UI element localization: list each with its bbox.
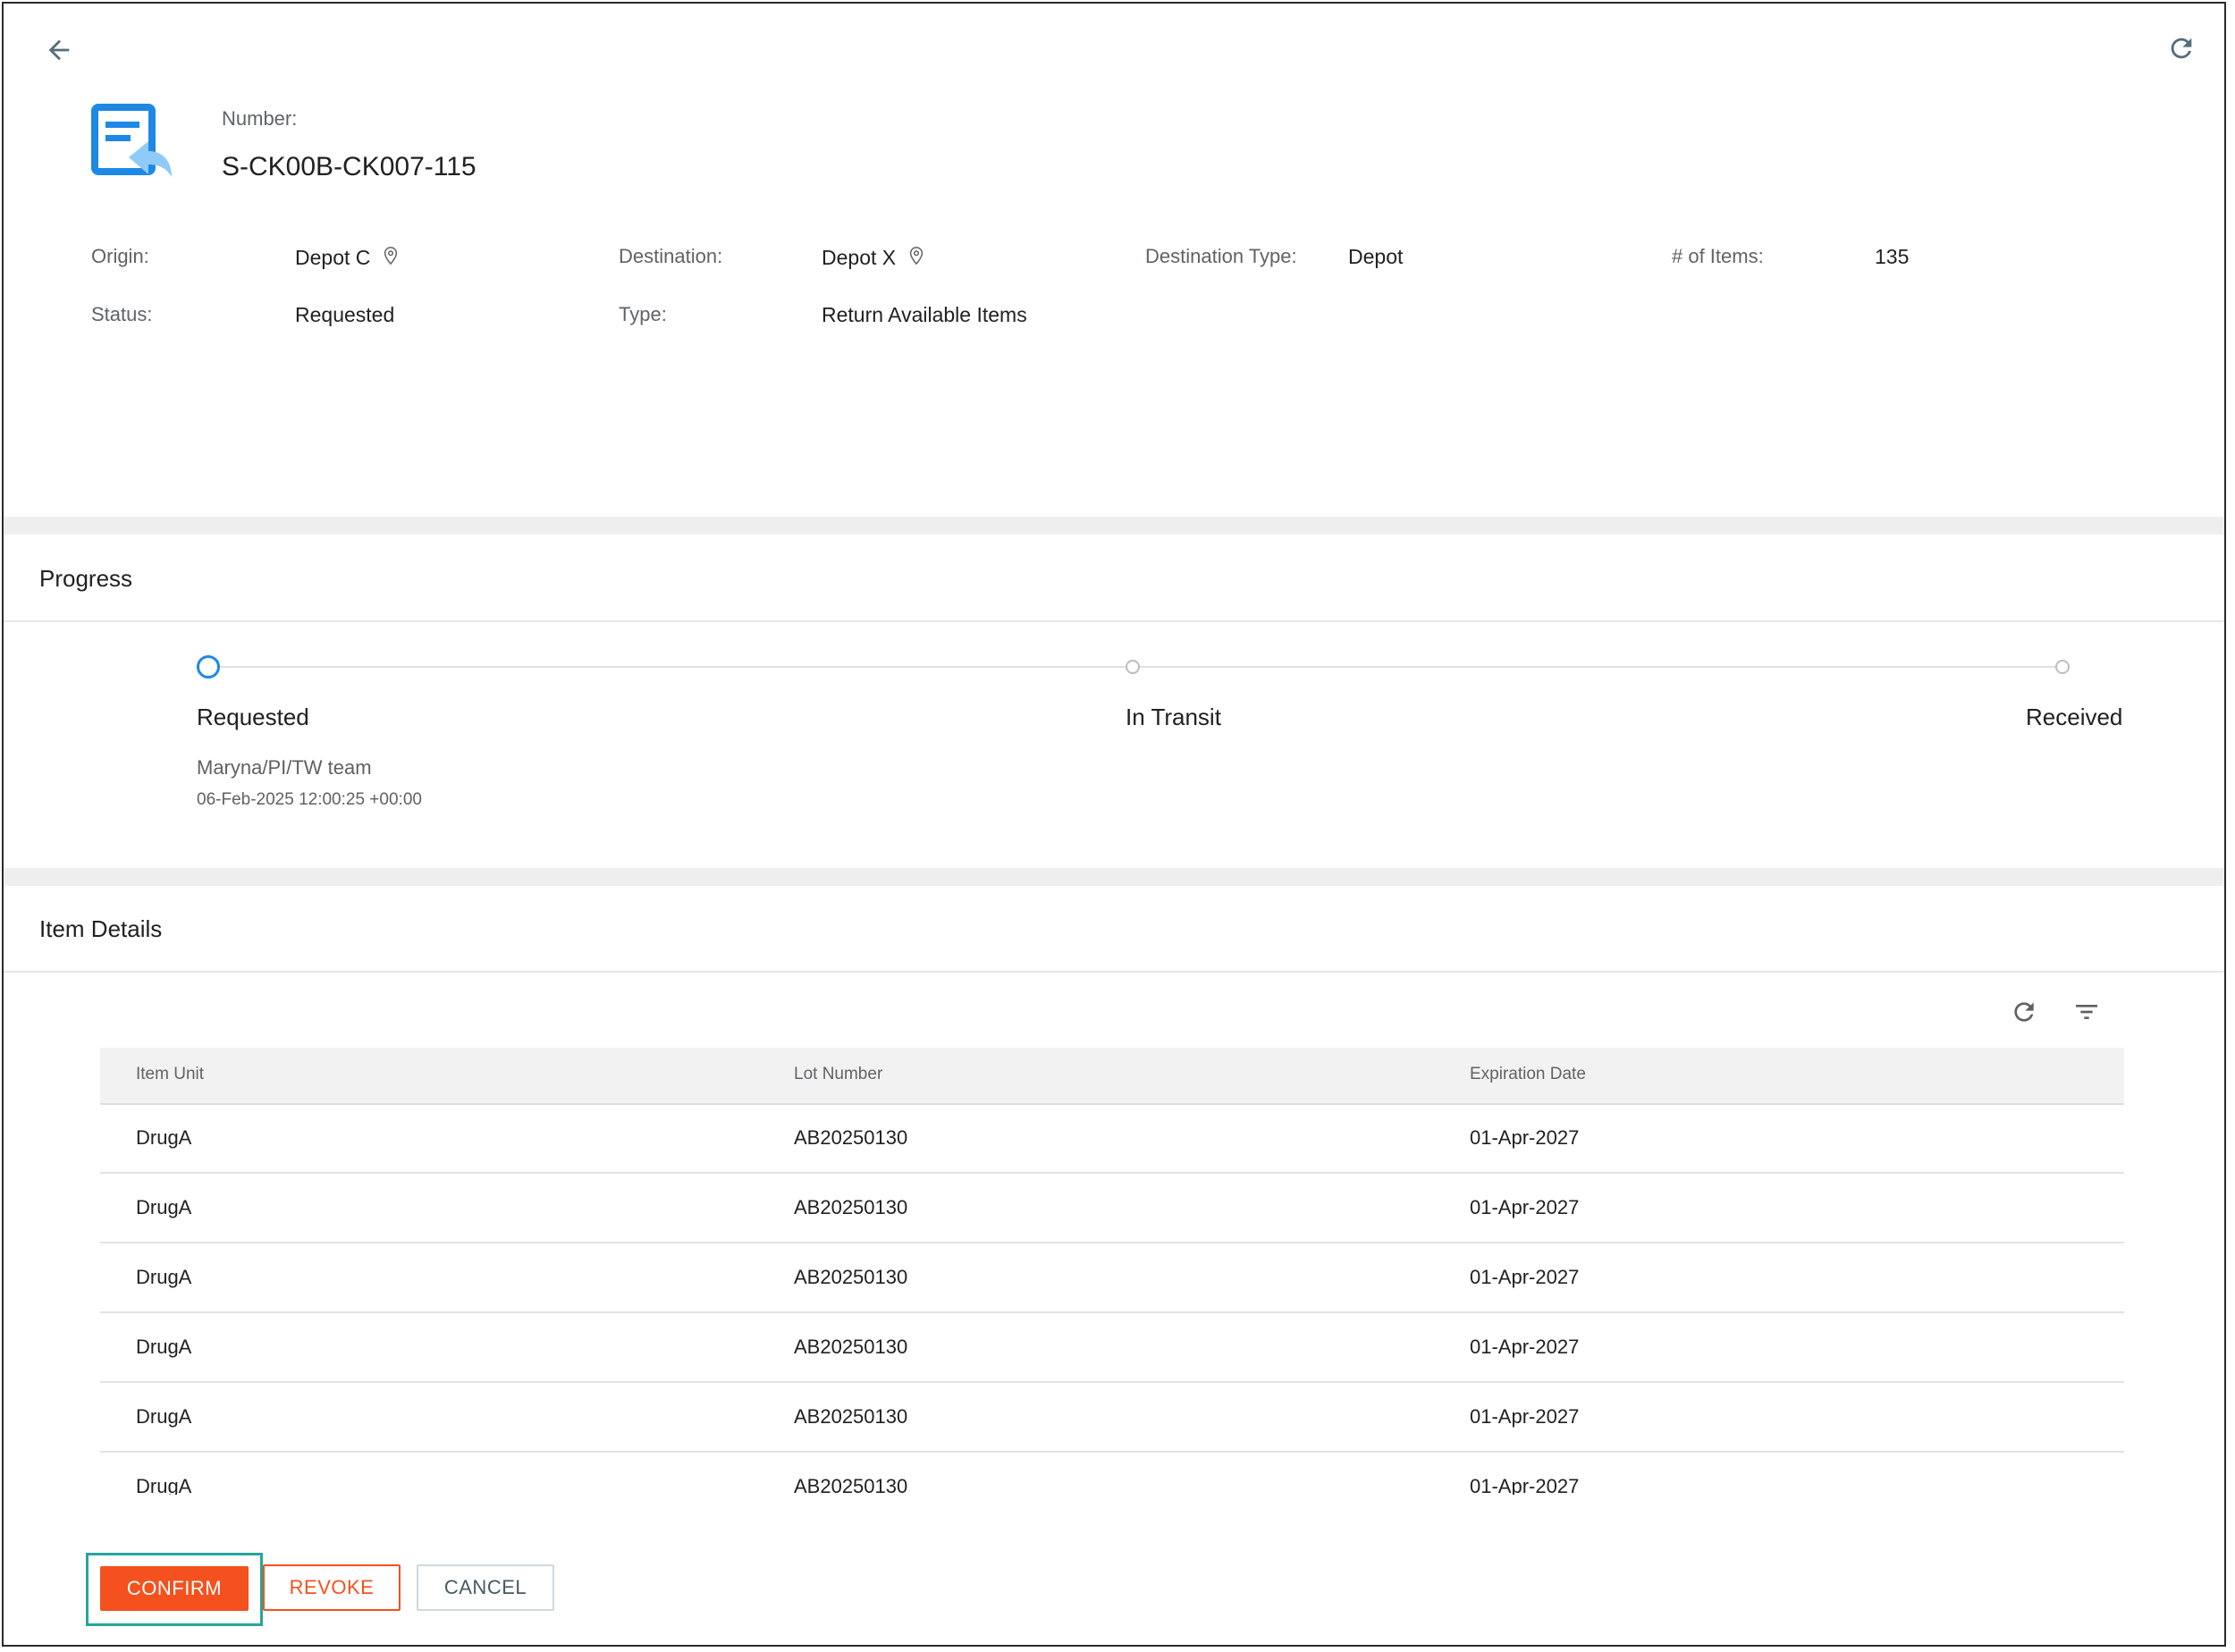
cell-lot-number: AB20250130: [794, 1475, 908, 1495]
table-row[interactable]: DrugA AB20250130 01-Apr-2027: [100, 1103, 2124, 1174]
table-row[interactable]: DrugA AB20250130 01-Apr-2027: [100, 1452, 2124, 1495]
item-details-header-divider: [4, 971, 2224, 973]
progress-track-segment: [1133, 666, 2062, 668]
cell-item-unit: DrugA: [136, 1475, 192, 1495]
requested-by: Maryna/PI/TW team: [197, 756, 372, 779]
cell-expiration-date: 01-Apr-2027: [1470, 1126, 1580, 1149]
table-header: Item Unit Lot Number Expiration Date: [100, 1048, 2124, 1105]
shipment-number: S-CK00B-CK007-115: [222, 152, 477, 181]
location-pin-icon[interactable]: [381, 245, 401, 271]
cell-expiration-date: 01-Apr-2027: [1470, 1475, 1580, 1495]
origin-value: Depot C: [295, 246, 371, 269]
column-header-lot-number[interactable]: Lot Number: [794, 1065, 882, 1084]
item-details-title: Item Details: [39, 915, 163, 942]
destination-value: Depot X: [822, 246, 897, 269]
cell-item-unit: DrugA: [136, 1405, 192, 1428]
items-count-label: # of Items:: [1672, 245, 1764, 267]
shipment-detail-window: Number: S-CK00B-CK007-115 Origin: Depot …: [2, 2, 2226, 1647]
items-table: Item Unit Lot Number Expiration Date Dru…: [100, 1048, 2124, 1495]
requested-timestamp: 06-Feb-2025 12:00:25 +00:00: [197, 790, 422, 809]
cell-lot-number: AB20250130: [794, 1196, 908, 1218]
step-label-requested: Requested: [197, 704, 309, 730]
type-value: Return Available Items: [822, 303, 1027, 326]
cell-item-unit: DrugA: [136, 1336, 192, 1358]
cell-lot-number: AB20250130: [794, 1266, 908, 1288]
status-value: Requested: [295, 303, 395, 326]
cell-expiration-date: 01-Apr-2027: [1470, 1266, 1580, 1288]
number-label: Number:: [222, 107, 298, 130]
filter-icon[interactable]: [2067, 992, 2106, 1032]
location-pin-icon[interactable]: [907, 245, 926, 271]
origin-label: Origin:: [91, 245, 149, 267]
destination-label: Destination:: [619, 245, 723, 267]
progress-header-divider: [4, 620, 2224, 622]
type-label: Type:: [619, 303, 667, 325]
step-label-in-transit: In Transit: [1126, 704, 1221, 730]
back-arrow-icon[interactable]: [38, 29, 80, 72]
cell-expiration-date: 01-Apr-2027: [1470, 1405, 1580, 1428]
cell-expiration-date: 01-Apr-2027: [1470, 1336, 1580, 1358]
cell-lot-number: AB20250130: [794, 1405, 908, 1428]
cell-item-unit: DrugA: [136, 1196, 192, 1218]
destination-field: Depot X: [822, 245, 926, 271]
section-divider: [4, 868, 2224, 886]
column-header-item-unit[interactable]: Item Unit: [136, 1065, 204, 1084]
revoke-button[interactable]: REVOKE: [263, 1564, 401, 1611]
cell-item-unit: DrugA: [136, 1126, 192, 1149]
destination-type-value: Depot: [1348, 245, 1404, 268]
progress-track-segment: [207, 666, 1168, 668]
step-marker-received: [2055, 660, 2070, 674]
section-divider: [4, 517, 2224, 535]
origin-field: Depot C: [295, 245, 401, 271]
table-row[interactable]: DrugA AB20250130 01-Apr-2027: [100, 1382, 2124, 1453]
confirm-button[interactable]: CONFIRM: [100, 1566, 249, 1611]
table-row[interactable]: DrugA AB20250130 01-Apr-2027: [100, 1312, 2124, 1383]
status-label: Status:: [91, 303, 153, 325]
table-row[interactable]: DrugA AB20250130 01-Apr-2027: [100, 1173, 2124, 1243]
step-label-received: Received: [2026, 704, 2123, 730]
cell-lot-number: AB20250130: [794, 1336, 908, 1358]
cell-expiration-date: 01-Apr-2027: [1470, 1196, 1580, 1218]
cancel-button[interactable]: CANCEL: [417, 1564, 554, 1611]
destination-type-label: Destination Type:: [1145, 245, 1297, 267]
table-row[interactable]: DrugA AB20250130 01-Apr-2027: [100, 1243, 2124, 1313]
column-header-expiration-date[interactable]: Expiration Date: [1470, 1065, 1586, 1084]
cell-item-unit: DrugA: [136, 1266, 192, 1288]
items-count-value: 135: [1875, 245, 1910, 268]
step-marker-in-transit: [1126, 660, 1140, 674]
refresh-icon[interactable]: [2160, 27, 2203, 70]
progress-title: Progress: [39, 565, 133, 592]
step-marker-requested: [197, 655, 220, 678]
cell-lot-number: AB20250130: [794, 1126, 908, 1149]
return-shipment-icon: [89, 102, 175, 182]
table-refresh-icon[interactable]: [2004, 992, 2044, 1032]
